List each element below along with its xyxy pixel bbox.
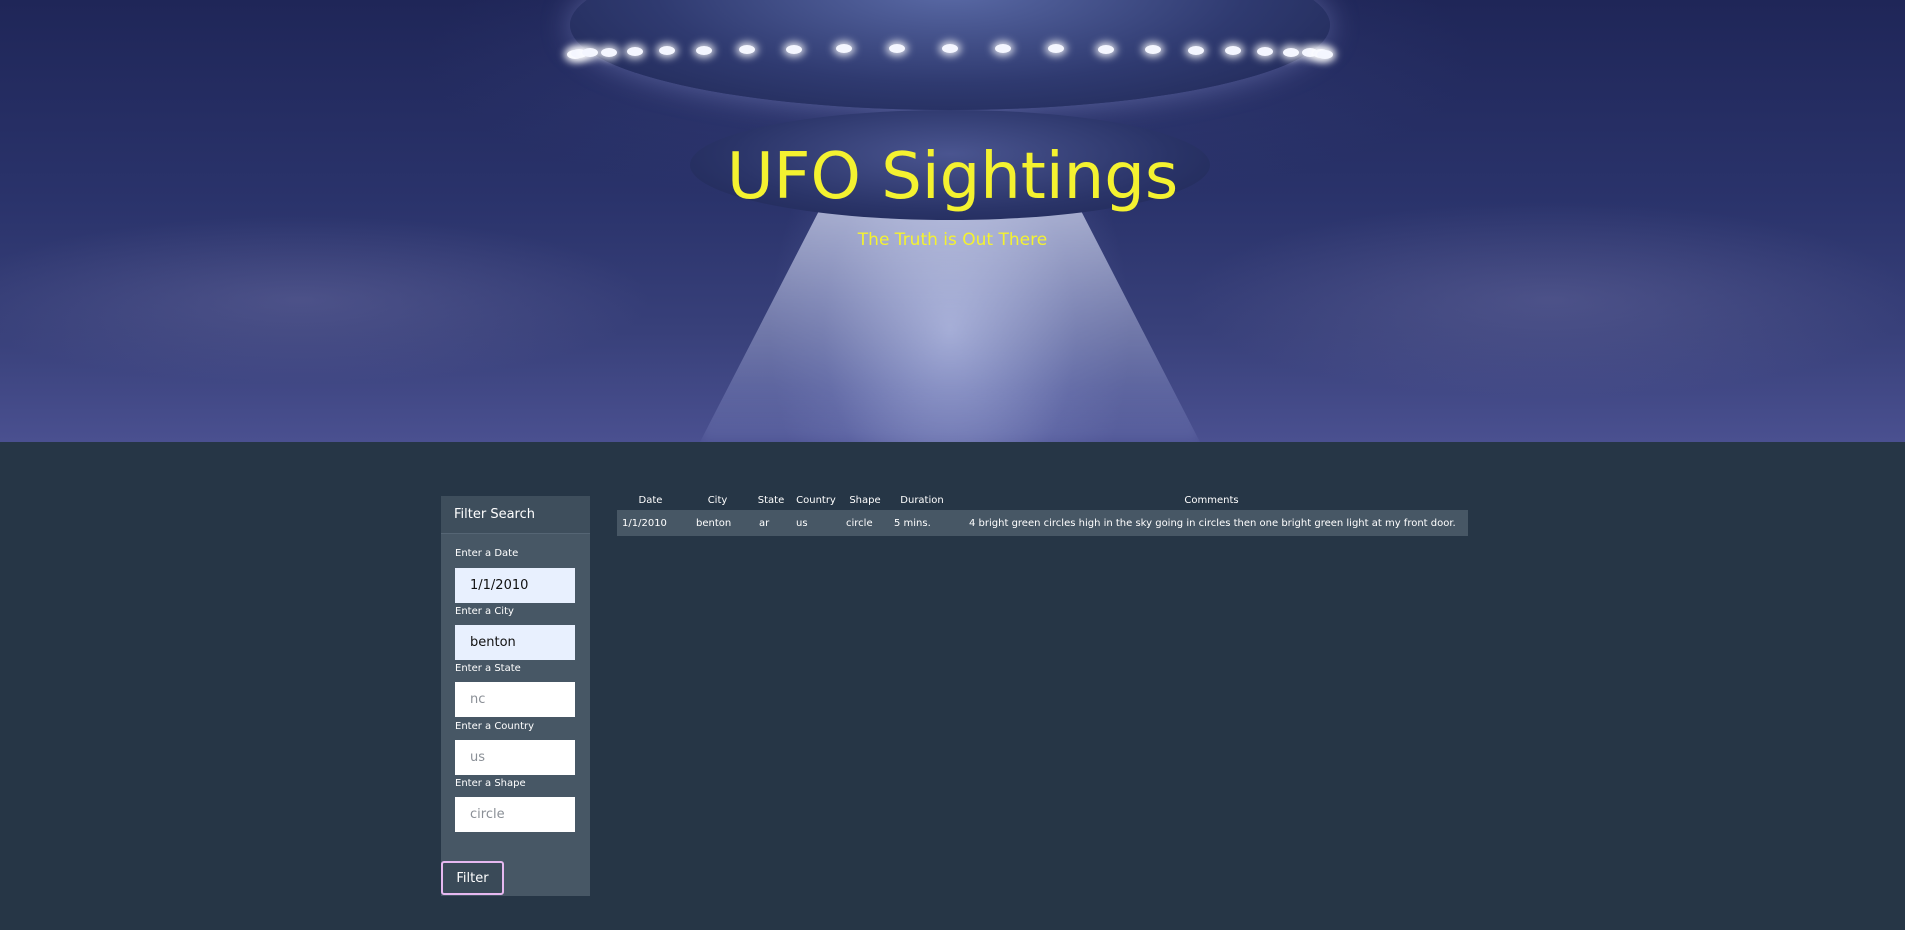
column-header-date: Date — [638, 494, 663, 506]
column-header-shape: Shape — [849, 494, 881, 506]
column-header-country: Country — [796, 494, 836, 506]
filter-button[interactable]: Filter — [441, 861, 504, 895]
saucer-light — [658, 46, 675, 56]
cell-state: ar — [751, 510, 791, 536]
filter-panel: Filter Search Enter a Date Enter a City … — [441, 496, 590, 896]
page-subtitle: The Truth is Out There — [857, 230, 1048, 250]
shape-label: Enter a Shape — [455, 778, 526, 789]
saucer-light — [1144, 45, 1161, 55]
date-label: Enter a Date — [455, 548, 519, 559]
saucer-light — [1317, 50, 1333, 59]
saucer-light — [626, 46, 643, 56]
cell-shape: circle — [841, 510, 889, 536]
cell-country: us — [791, 510, 841, 536]
country-input[interactable] — [455, 740, 575, 775]
column-header-duration: Duration — [900, 494, 944, 506]
table-row: 1/1/2010 benton ar us circle 5 mins. 4 b… — [617, 510, 1468, 536]
shape-input[interactable] — [455, 797, 575, 832]
page-title: UFO Sightings — [726, 140, 1179, 214]
cell-city: benton — [684, 510, 751, 536]
saucer-light — [1283, 47, 1300, 57]
saucer-light — [600, 47, 617, 57]
column-header-comments: Comments — [1184, 494, 1239, 506]
country-label: Enter a Country — [455, 721, 535, 732]
state-label: Enter a State — [455, 663, 521, 674]
filter-panel-heading: Filter Search — [441, 496, 590, 534]
city-label: Enter a City — [455, 606, 514, 617]
column-header-city: City — [707, 494, 728, 506]
cell-duration: 5 mins. — [889, 510, 955, 536]
cell-date: 1/1/2010 — [617, 510, 684, 536]
sightings-table-container: Date City State Country Shape Duration C… — [617, 490, 1468, 536]
saucer-light — [888, 44, 905, 54]
cell-comments: 4 bright green circles high in the sky g… — [955, 510, 1468, 536]
saucer-light — [1187, 45, 1204, 55]
table-header-row: Date City State Country Shape Duration C… — [617, 490, 1468, 510]
sightings-table: Date City State Country Shape Duration C… — [617, 490, 1468, 536]
date-input[interactable] — [455, 568, 575, 603]
column-header-state: State — [757, 494, 785, 506]
saucer-light — [786, 44, 803, 54]
ufo-saucer-image — [570, 0, 1330, 110]
state-input[interactable] — [455, 682, 575, 717]
hero-banner: UFO Sightings The Truth is Out There — [0, 0, 1905, 442]
saucer-light — [1097, 44, 1114, 54]
city-input[interactable] — [455, 625, 575, 660]
saucer-light — [696, 45, 713, 55]
